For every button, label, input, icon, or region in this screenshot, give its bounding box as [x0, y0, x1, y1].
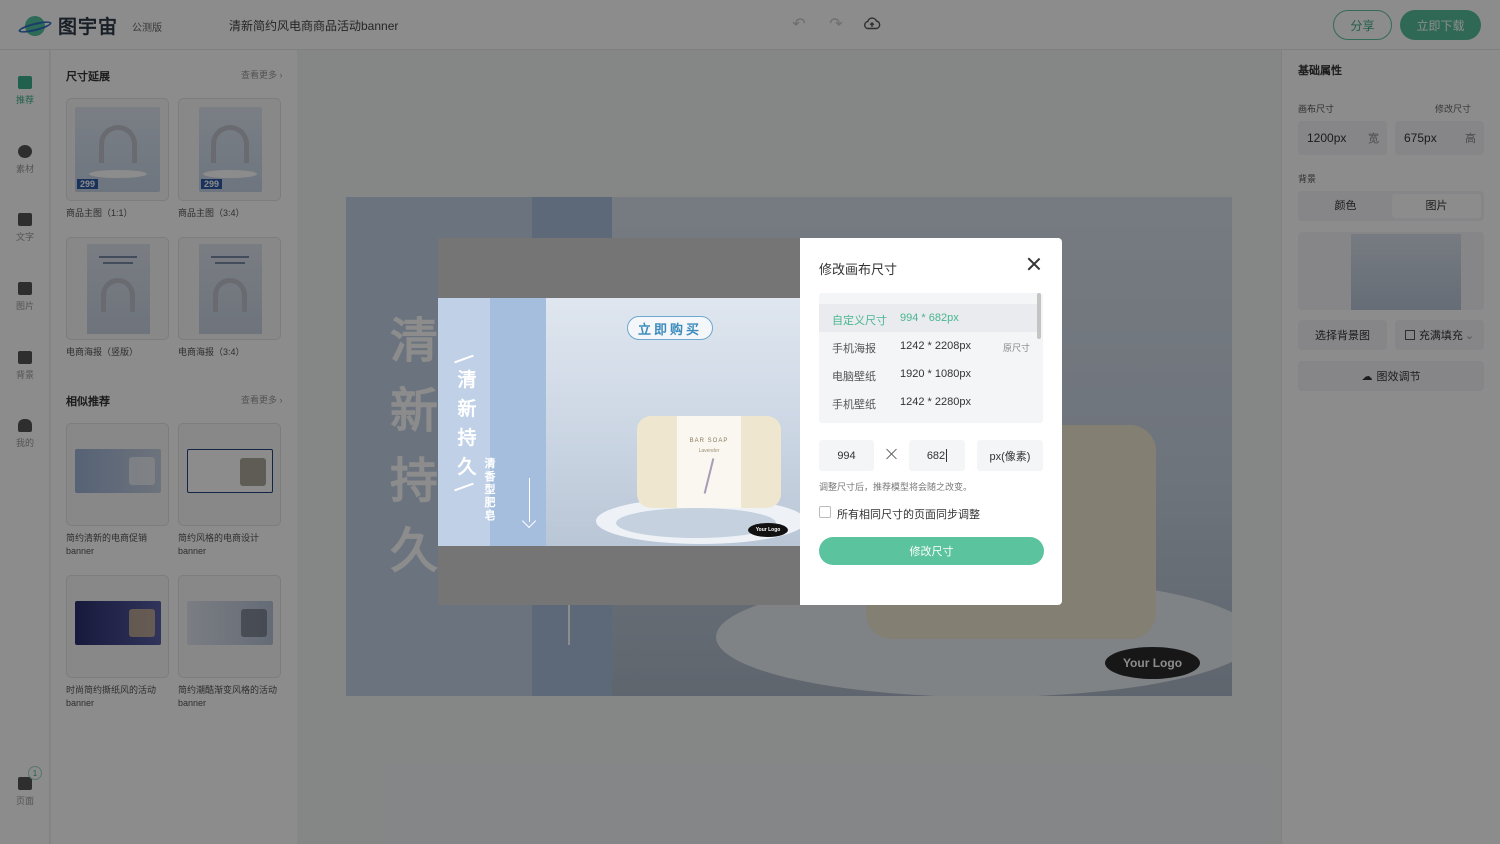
sync-pages-checkbox[interactable]: [819, 506, 831, 518]
resize-preview: 清新持久 清香型肥皂 BAR SOAP Lavender 立即购买 Your L…: [438, 238, 800, 605]
close-icon[interactable]: [1027, 257, 1041, 271]
size-option[interactable]: 手机壁纸 1242 * 2280px: [819, 388, 1037, 416]
size-option[interactable]: 手机海报 1242 * 2208px 原尺寸: [819, 332, 1037, 360]
unit-select[interactable]: px(像素): [977, 440, 1043, 471]
sync-pages-label[interactable]: 所有相同尺寸的页面同步调整: [837, 506, 980, 522]
preview-headline: 清新持久: [457, 370, 477, 478]
multiply-icon: [886, 448, 898, 460]
resize-hint: 调整尺寸后，推荐模型将会随之改变。: [819, 482, 973, 492]
preview-logo: Your Logo: [748, 523, 788, 537]
list-scrollbar[interactable]: [1037, 293, 1041, 339]
preview-subhead: 清香型肥皂: [484, 458, 496, 522]
resize-canvas-dialog: 修改画布尺寸 自定义尺寸 994 * 682px 手机海报 1242 * 2208p…: [800, 238, 1062, 605]
preview-banner: 清新持久 清香型肥皂 BAR SOAP Lavender 立即购买 Your L…: [438, 298, 800, 546]
size-option[interactable]: 自定义尺寸 994 * 682px: [819, 304, 1037, 332]
dialog-title: 修改画布尺寸: [819, 262, 898, 277]
size-option[interactable]: 电脑壁纸 1920 * 1080px: [819, 360, 1037, 388]
size-preset-list: 自定义尺寸 994 * 682px 手机海报 1242 * 2208px 原尺寸 电脑…: [819, 293, 1043, 423]
apply-size-button[interactable]: 修改尺寸: [819, 537, 1044, 565]
height-input[interactable]: 682: [909, 440, 965, 471]
preview-buy-badge: 立即购买: [627, 316, 713, 340]
preview-soap: BAR SOAP Lavender: [637, 416, 781, 508]
width-input[interactable]: 994: [819, 440, 874, 471]
